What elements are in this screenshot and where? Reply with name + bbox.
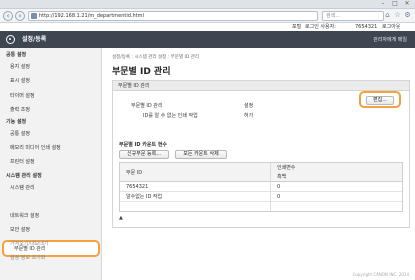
- settings-icon[interactable]: ⚙: [404, 12, 411, 19]
- dept-count-label: 부문별 ID 카운트 현수: [119, 142, 168, 148]
- main-content: 설정/등록 : 시스템 관리 설정 : 부문별 ID 관리 부문별 ID 관리 …: [103, 48, 415, 280]
- register-department-button[interactable]: 신규부문 등록...: [119, 150, 169, 159]
- browser-window: – □ ✕ ‹ › http://192.168.1.21/m_departme…: [0, 0, 415, 280]
- url-text: http://192.168.1.21/m_departmentid.html: [39, 13, 144, 19]
- sidebar-item-display[interactable]: 표시 설정: [10, 78, 98, 84]
- cell-count: 0: [277, 184, 281, 190]
- sidebar-item-import-export[interactable]: 가져오기/내보내기: [10, 241, 98, 247]
- app-header: 설정/등록 관리자에게 메일: [0, 31, 415, 48]
- col-header-bw: 흑백: [277, 174, 287, 180]
- window-controls: – □ ✕: [379, 1, 411, 7]
- col-header-dept-id: 부문 ID: [126, 170, 143, 176]
- maximize-button[interactable]: □: [391, 1, 399, 7]
- sidebar-item-security[interactable]: 보안 설정: [10, 227, 98, 233]
- panel-header: 부문별 ID 관리: [113, 81, 409, 91]
- sidebar-group-common: 공통 설정: [6, 52, 27, 58]
- page-title: 부문별 ID 관리: [112, 67, 171, 77]
- sidebar-item-printer[interactable]: 프린터 설정: [10, 159, 98, 165]
- table-header: 부문 ID 인쇄면수 흑백: [120, 163, 402, 182]
- sidebar-item-paper[interactable]: 용지 설정: [10, 64, 98, 70]
- sidebar-item-timer[interactable]: 타이머 설정: [10, 93, 98, 99]
- app-title: 설정/등록: [22, 36, 47, 43]
- sidebar: 공통 설정 용지 설정 표시 설정 타이머 설정 출력 조정 기능 설정 공통 …: [0, 48, 102, 280]
- sidebar-item-adjust[interactable]: 출력 조정: [10, 107, 98, 113]
- browser-toolbar-icons: ⌂ ☆ ⚙: [384, 12, 411, 19]
- unknown-id-jobs-label: ID를 알 수 없는 인쇄 작업: [143, 113, 198, 119]
- table-row: 알수없는 ID 작업 0: [120, 192, 402, 202]
- dept-id-manage-value: 설정: [244, 103, 254, 109]
- clear-all-counts-button[interactable]: 모든 카운트 삭제: [175, 150, 227, 159]
- back-button[interactable]: ‹: [3, 11, 13, 21]
- mail-admin-link[interactable]: 관리자에게 메일: [373, 37, 407, 43]
- dept-count-table: 부문 ID 인쇄면수 흑백 7654321 0 알수없는 ID 작업 0: [119, 162, 403, 212]
- sidebar-item-reset[interactable]: 설정 정보 초기화: [10, 255, 98, 261]
- sidebar-item-memory-print[interactable]: 메모리 미디어 인쇄 설정: [10, 145, 98, 151]
- sidebar-group-system: 시스템 관리 설정: [6, 173, 42, 179]
- page-icon: [31, 13, 37, 19]
- unknown-id-jobs-value: 허가: [244, 113, 254, 119]
- app-top-bar: 포털 로그인 사용자: 7654321 로그아웃: [0, 23, 415, 31]
- logout-link[interactable]: 로그아웃: [382, 24, 400, 30]
- sidebar-group-function: 기능 설정: [6, 119, 27, 125]
- login-user-value: 7654321: [355, 24, 378, 30]
- dept-id-manage-label: 부문별 ID 관리: [131, 103, 163, 109]
- portal-link[interactable]: 포털: [292, 24, 301, 30]
- back-to-top-link[interactable]: ▲: [119, 215, 123, 221]
- close-button[interactable]: ✕: [403, 1, 411, 7]
- settings-logo-icon: [6, 35, 15, 44]
- sidebar-item-network[interactable]: 네트워크 설정: [10, 213, 98, 219]
- table-row: 7654321 0: [120, 182, 402, 192]
- url-field[interactable]: http://192.168.1.21/m_departmentid.html: [28, 11, 318, 21]
- copyright-text: Copyright CANON INC. 2014: [352, 272, 409, 277]
- breadcrumb: 설정/등록 : 시스템 관리 설정 : 부문별 ID 관리: [112, 55, 200, 60]
- forward-button[interactable]: ›: [15, 11, 25, 21]
- browser-title-bar: – □ ✕: [0, 0, 415, 9]
- edit-button-highlight: 편집...: [359, 91, 401, 108]
- cell-dept-id: 알수없는 ID 작업: [126, 194, 163, 200]
- star-icon[interactable]: ☆: [394, 12, 401, 19]
- home-icon[interactable]: ⌂: [384, 12, 391, 19]
- col-header-print-count: 인쇄면수: [277, 165, 296, 171]
- cell-count: 0: [277, 194, 281, 200]
- edit-button[interactable]: 편집...: [366, 96, 394, 105]
- sidebar-item-common[interactable]: 공통 설정: [10, 131, 98, 137]
- address-bar: ‹ › http://192.168.1.21/m_departmentid.h…: [0, 9, 415, 23]
- department-id-panel: 부문별 ID 관리 편집... 부문별 ID 관리 설정 ID를 알 수 없는 …: [112, 80, 410, 228]
- sidebar-item-system-manage[interactable]: 시스템 관리: [10, 185, 98, 191]
- minimize-button[interactable]: –: [379, 1, 387, 7]
- login-user-label: 로그인 사용자:: [305, 24, 336, 30]
- browser-search-input[interactable]: 검색...: [322, 11, 384, 21]
- cell-dept-id: 7654321: [126, 184, 149, 190]
